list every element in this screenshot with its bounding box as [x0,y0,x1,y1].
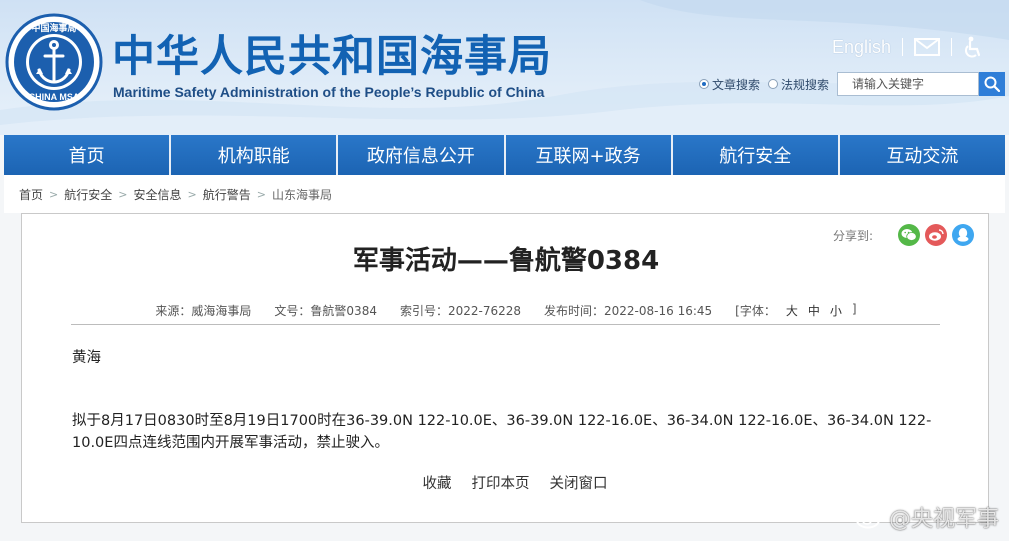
anchor-emblem-icon: 中国海事局 CHINA MSA [5,13,103,111]
site-title: 中华人民共和国海事局 [112,32,552,82]
nav-gov-info[interactable]: 政府信息公开 [338,135,506,175]
top-links: English [832,36,983,58]
breadcrumb-separator: > [256,187,266,201]
search-button[interactable] [979,72,1005,96]
breadcrumb-item[interactable]: 首页 [19,186,43,203]
font-size-label: [字体： [735,304,776,318]
search-option-law[interactable]: 法规搜索 [767,76,829,93]
breadcrumb-item[interactable]: 航行安全 [64,186,112,203]
radio-article[interactable] [698,79,709,89]
breadcrumb-item[interactable]: 安全信息 [133,186,181,203]
font-size-label-close: ] [851,302,857,316]
english-link[interactable]: English [832,37,891,58]
breadcrumb-separator: > [187,187,197,201]
search-icon [984,76,1000,92]
search-input[interactable] [837,72,979,96]
logo-ring-top: 中国海事局 [31,22,76,34]
meta-source: 来源：威海海事局 [155,304,252,318]
search-option-article[interactable]: 文章搜索 [698,76,760,93]
watermark: @央视军事 [855,501,999,533]
search-option-law-label: 法规搜索 [780,77,829,92]
article-meta: 来源：威海海事局 文号：鲁航警0384 索引号：2022-76228 发布时间：… [22,302,990,319]
breadcrumb-item[interactable]: 山东海事局 [272,186,332,203]
logo-ring-bottom: CHINA MSA [29,92,80,102]
wheelchair-icon[interactable] [963,36,983,58]
print-link[interactable]: 打印本页 [472,472,530,493]
article-title: 军事活动——鲁航警0384 [352,246,660,276]
weibo-logo-icon [855,507,883,529]
breadcrumb-item[interactable]: 航行警告 [203,186,251,203]
msa-logo[interactable]: 中国海事局 CHINA MSA [4,12,104,112]
font-size-control: [字体： 大 中 小 ] [735,302,856,319]
nav-internet-gov[interactable]: 互联网+政务 [505,135,673,175]
top-links-divider [951,38,952,56]
breadcrumb-separator: > [118,187,128,201]
meta-divider [71,324,940,325]
nav-functions[interactable]: 机构职能 [171,135,339,175]
top-links-divider [902,38,903,56]
breadcrumb-separator: > [49,187,59,201]
nav-interaction[interactable]: 互动交流 [839,135,1006,175]
search-bar: 文章搜索 法规搜索 [698,72,1005,96]
article-panel: 分享到: 军事活动——鲁航警0384 来源：威海海事局 文号：鲁航警0384 索… [21,213,989,523]
nav-navigation-safety[interactable]: 航行安全 [672,135,840,175]
mail-icon[interactable] [914,38,940,56]
nav-home[interactable]: 首页 [4,135,172,175]
font-size-medium[interactable]: 中 [808,302,820,319]
watermark-text: @央视军事 [888,507,999,532]
meta-publish-time: 发布时间：2022-08-16 16:45 [544,304,713,318]
meta-index-number: 索引号：2022-76228 [399,304,522,318]
radio-law[interactable] [767,79,778,89]
article-paragraph: 黄海 [72,350,101,366]
site-subtitle: Maritime Safety Administration of the Pe… [113,84,545,100]
font-size-small[interactable]: 小 [830,302,842,319]
meta-doc-number: 文号：鲁航警0384 [274,304,377,318]
breadcrumb: 首页 > 航行安全 > 安全信息 > 航行警告 > 山东海事局 [4,175,1005,213]
site-header: 中国海事局 CHINA MSA 中华人民共和国海事局 Maritime Safe… [0,0,1009,135]
search-option-article-label: 文章搜索 [711,77,760,92]
font-size-large[interactable]: 大 [786,302,798,319]
favorite-link[interactable]: 收藏 [423,472,452,493]
article-actions: 收藏 打印本页 关闭窗口 [22,472,990,493]
article-paragraph: 拟于8月17日0830时至8月19日1700时在36-39.0N 122-10.… [72,413,932,451]
close-window-link[interactable]: 关闭窗口 [550,472,608,493]
main-nav: 首页 机构职能 政府信息公开 互联网+政务 航行安全 互动交流 [4,135,1006,175]
